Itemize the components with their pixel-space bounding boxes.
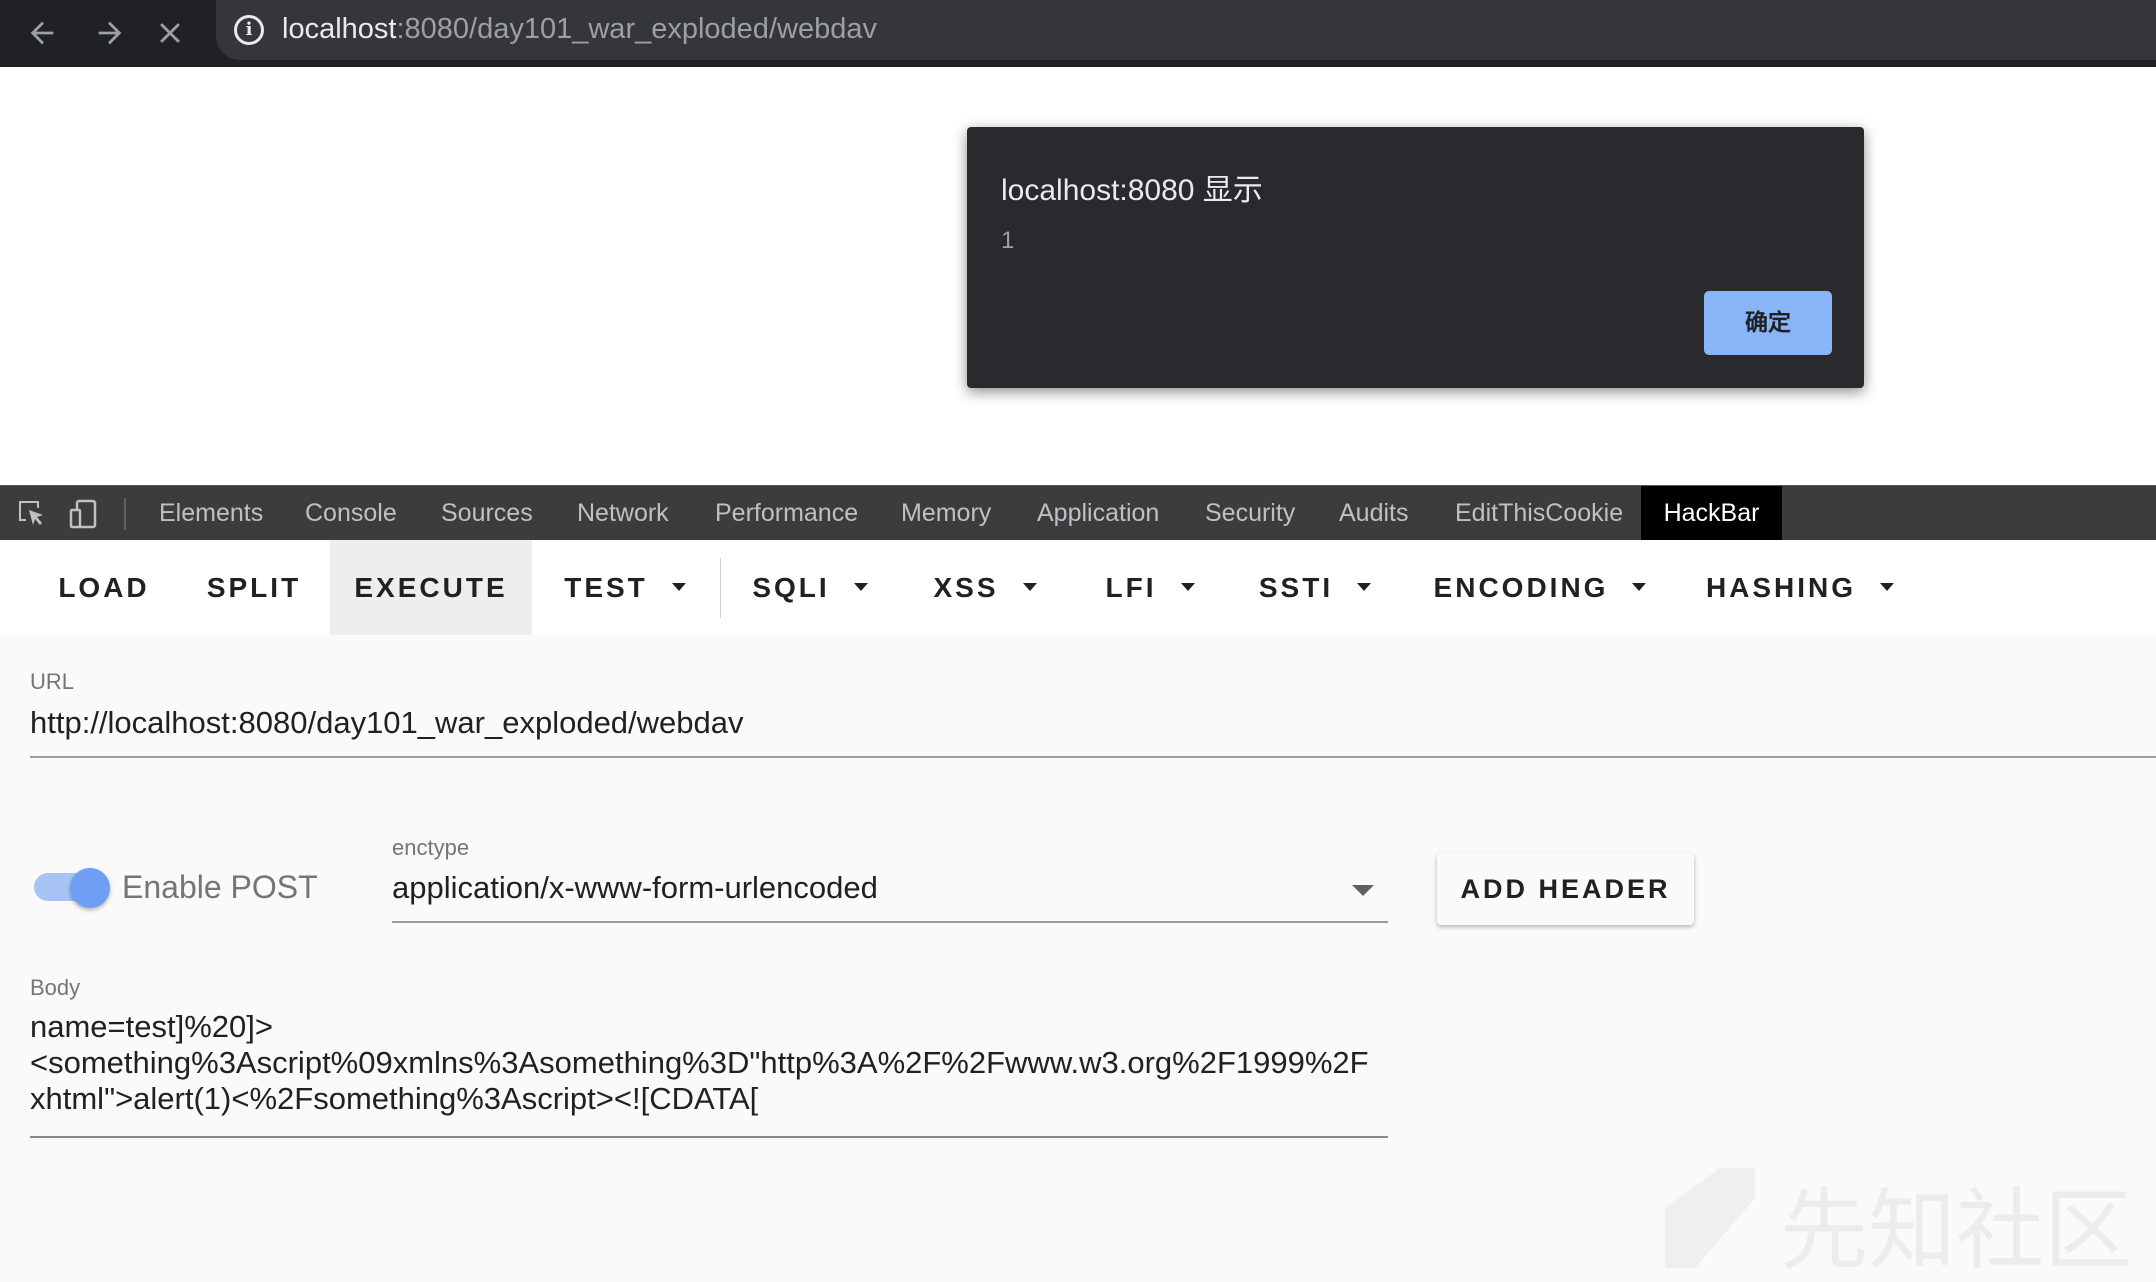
body-label: Body [30,975,81,1000]
add-header-button[interactable]: ADD HEADER [1437,853,1694,925]
body-line-3: xhtml">alert(1)<%2Fsomething%3Ascript><!… [30,1081,759,1116]
stop-button[interactable] [146,9,194,57]
caret-down-icon [671,582,686,591]
tab-elements[interactable]: Elements [145,486,277,540]
alert-ok-button[interactable]: 确定 [1704,291,1832,355]
xss-dropdown[interactable]: XSS [920,540,1050,635]
tab-security[interactable]: Security [1191,486,1309,540]
tab-memory[interactable]: Memory [887,486,1005,540]
forward-button[interactable] [86,9,134,57]
arrow-left-icon [30,21,54,45]
url-path: :8080/day101_war_exploded/webdav [396,13,877,45]
page-content: localhost:8080 显示 1 确定 [0,67,2156,485]
address-text[interactable]: localhost:8080/day101_war_exploded/webda… [282,13,877,46]
hashing-dropdown-label: HASHING [1705,572,1857,603]
tab-audits[interactable]: Audits [1325,486,1422,540]
caret-down-icon [1632,582,1647,591]
address-bar[interactable]: i localhost:8080/day101_war_exploded/web… [216,0,2156,60]
ssti-dropdown[interactable]: SSTI [1250,540,1380,635]
caret-down-icon [1180,582,1195,591]
inspect-element-icon[interactable] [16,498,48,530]
split-button-label: SPLIT [206,572,302,603]
caret-down-icon [1880,582,1895,591]
tab-network[interactable]: Network [563,486,683,540]
info-icon[interactable]: i [234,15,264,45]
encoding-dropdown-label: ENCODING [1433,572,1609,603]
hashing-dropdown[interactable]: HASHING [1700,540,1900,635]
chevron-down-icon[interactable] [1352,885,1374,896]
body-line-2: <something%3Ascript%09xmlns%3Asomething%… [30,1045,1369,1080]
body-underline [30,1136,1388,1138]
lfi-dropdown[interactable]: LFI [1090,540,1210,635]
devtools-separator [124,498,126,530]
screen: i localhost:8080/day101_war_exploded/web… [0,0,2156,1282]
browser-toolbar: i localhost:8080/day101_war_exploded/web… [0,0,2156,67]
device-toolbar-icon[interactable] [68,498,100,530]
sqli-dropdown[interactable]: SQLI [740,540,880,635]
watermark-text: 先知社区 [1780,1179,2133,1282]
encoding-dropdown[interactable]: ENCODING [1430,540,1650,635]
tab-application[interactable]: Application [1023,486,1173,540]
test-dropdown-label: TEST [564,572,648,603]
hackbar-toolbar: LOAD SPLIT EXECUTE TEST SQLI XSS LFI SST… [0,540,2156,635]
url-label: URL [30,669,75,694]
load-button[interactable]: LOAD [30,540,178,635]
enable-post-toggle-thumb[interactable] [70,868,110,908]
alert-dialog: localhost:8080 显示 1 确定 [967,127,1864,388]
sqli-dropdown-label: SQLI [752,572,830,603]
enctype-underline [392,921,1388,923]
ssti-dropdown-label: SSTI [1258,572,1334,603]
execute-button-label: EXECUTE [354,572,508,603]
url-input[interactable]: http://localhost:8080/day101_war_explode… [30,705,744,741]
back-button[interactable] [18,9,66,57]
alert-message: 1 [1001,227,1015,254]
caret-down-icon [1022,582,1037,591]
close-icon [160,23,180,43]
enable-post-label: Enable POST [122,869,318,905]
tab-sources[interactable]: Sources [427,486,547,540]
tab-console[interactable]: Console [291,486,411,540]
body-textarea[interactable]: name=test]%20]> <something%3Ascript%09xm… [30,1009,1390,1117]
alert-title: localhost:8080 显示 [1001,174,1263,207]
url-underline [30,756,2156,758]
caret-down-icon [853,582,868,591]
lfi-dropdown-label: LFI [1105,572,1157,603]
xss-dropdown-label: XSS [933,572,999,603]
tab-hackbar[interactable]: HackBar [1641,486,1782,540]
tab-editthiscookie[interactable]: EditThisCookie [1441,486,1637,540]
test-dropdown[interactable]: TEST [540,540,710,635]
tab-performance[interactable]: Performance [701,486,872,540]
body-line-1: name=test]%20]> [30,1009,273,1044]
execute-button[interactable]: EXECUTE [330,540,532,635]
enctype-select[interactable]: application/x-www-form-urlencoded [392,870,878,906]
split-button[interactable]: SPLIT [178,540,330,635]
arrow-right-icon [98,21,122,45]
devtools-tab-bar: Elements Console Sources Network Perform… [0,485,2156,540]
load-button-label: LOAD [58,572,150,603]
toolbar-separator [720,558,721,618]
caret-down-icon [1357,582,1372,591]
enctype-label: enctype [392,835,470,860]
url-host: localhost [282,13,397,45]
watermark-logo-icon [1665,1168,1755,1268]
